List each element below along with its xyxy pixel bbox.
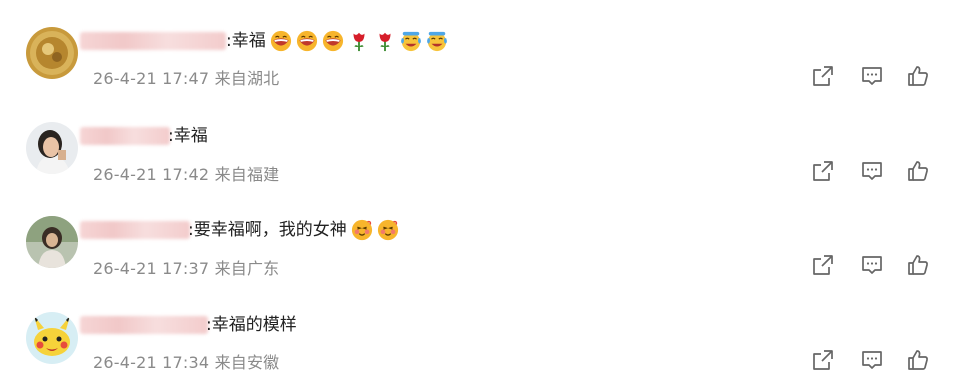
comment-meta: 26-4-21 17:42 来自福建 [93,161,279,185]
comment-meta: 26-4-21 17:37 来自广东 [93,255,279,279]
comment-item: :要幸福啊，我的女神 26-4-21 17:37 来自广东 [0,188,960,282]
comment-date: 26-4-21 [93,259,157,278]
laugh-emoji-icon [322,30,344,52]
comment-icon[interactable] [860,348,884,372]
share-icon[interactable] [811,159,835,183]
emoji-group [351,219,399,241]
comment-meta: 26-4-21 17:34 来自安徽 [93,349,279,373]
username-blurred[interactable] [80,316,208,334]
laugh-emoji-icon [296,30,318,52]
like-icon[interactable] [906,348,930,372]
like-icon[interactable] [906,64,930,88]
comment-text: :幸福 [168,124,208,148]
comment-body: :幸福的模样 [206,315,297,335]
comment-text: :幸福 [226,29,448,53]
comment-location: 来自湖北 [214,69,280,88]
comment-location: 来自广东 [214,259,280,278]
avatar[interactable] [26,312,78,364]
share-icon[interactable] [811,348,835,372]
comment-date: 26-4-21 [93,165,157,184]
laugh-emoji-icon [270,30,292,52]
comment-date: 26-4-21 [93,69,157,88]
comment-icon[interactable] [860,159,884,183]
comment-location: 来自安徽 [214,353,280,372]
username-blurred[interactable] [80,127,170,145]
share-icon[interactable] [811,64,835,88]
comment-icon[interactable] [860,253,884,277]
avatar[interactable] [26,122,78,174]
emoji-group [270,30,448,52]
cry-laugh-emoji-icon [426,30,448,52]
comment-item: :幸福 26-4-21 17:42 来自福建 [0,94,960,188]
rose-emoji-icon [374,30,396,52]
blush-emoji-icon [377,219,399,241]
avatar[interactable] [26,27,78,79]
comment-location: 来自福建 [214,165,280,184]
comment-icon[interactable] [860,64,884,88]
blush-emoji-icon [351,219,373,241]
share-icon[interactable] [811,253,835,277]
cry-laugh-emoji-icon [400,30,422,52]
comment-item: :幸福 26-4-21 17:47 来自湖北 [0,0,960,94]
comment-meta: 26-4-21 17:47 来自湖北 [93,65,279,89]
username-blurred[interactable] [80,221,190,239]
avatar[interactable] [26,216,78,268]
comment-date: 26-4-21 [93,353,157,372]
comment-time: 17:42 [162,165,210,184]
comment-item: :幸福的模样 26-4-21 17:34 来自安徽 [0,282,960,376]
like-icon[interactable] [906,253,930,277]
comment-time: 17:34 [162,353,210,372]
comment-body: :要幸福啊，我的女神 [188,220,347,240]
username-blurred[interactable] [80,32,226,50]
comment-body: :幸福 [168,126,208,146]
comment-body: :幸福 [226,31,266,51]
comment-time: 17:37 [162,259,210,278]
comment-time: 17:47 [162,69,210,88]
comment-text: :幸福的模样 [206,313,297,337]
comment-text: :要幸福啊，我的女神 [188,218,399,242]
rose-emoji-icon [348,30,370,52]
like-icon[interactable] [906,159,930,183]
